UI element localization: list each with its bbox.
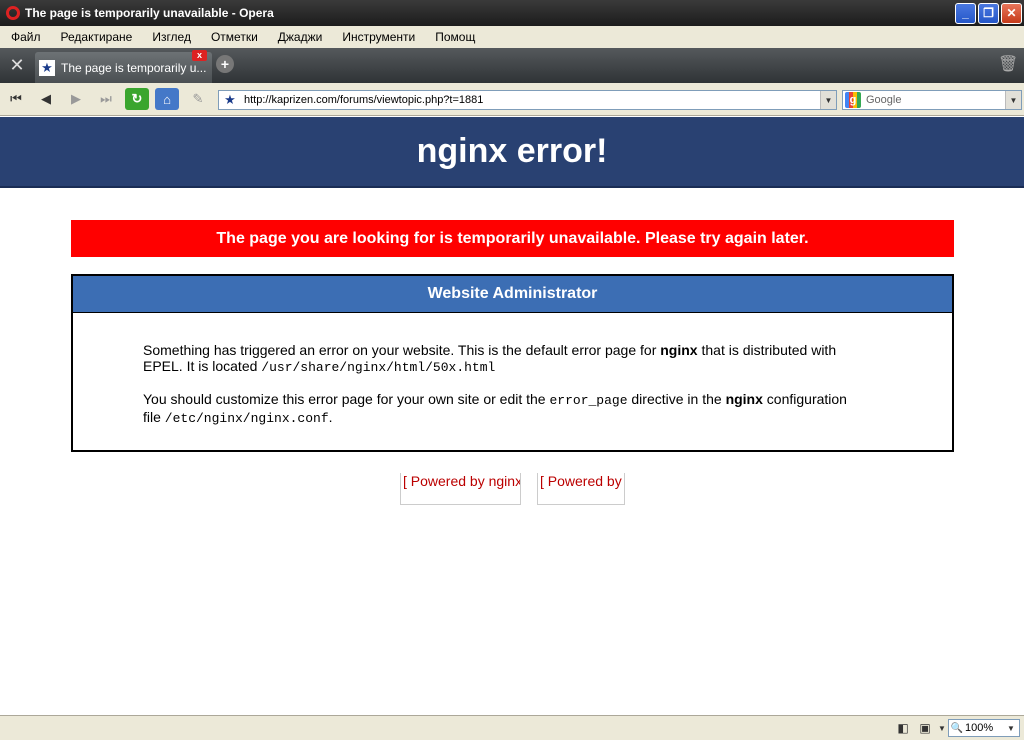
- admin-box-title: Website Administrator: [73, 276, 952, 313]
- paragraph-2: You should customize this error page for…: [143, 391, 862, 427]
- powered-by-image[interactable]: [ Powered by: [537, 473, 625, 505]
- fast-forward-icon[interactable]: ⏭: [94, 88, 118, 110]
- p2-text-b: directive in the: [627, 391, 726, 407]
- search-field[interactable]: g Google ▼: [842, 90, 1022, 110]
- menu-bookmarks[interactable]: Отметки: [200, 30, 267, 44]
- error-alert: The page you are looking for is temporar…: [71, 220, 954, 257]
- tab-close-button[interactable]: x: [192, 50, 207, 61]
- address-field[interactable]: ★ http://kaprizen.com/forums/viewtopic.p…: [218, 90, 837, 110]
- powered-by-nginx-image[interactable]: [ Powered by nginx: [400, 473, 521, 505]
- site-favicon-icon: ★: [39, 59, 55, 76]
- search-dropdown-icon[interactable]: ▼: [1005, 91, 1021, 109]
- status-bar: ◧ ▣ ▼ 🔍 100% ▼: [0, 715, 1024, 740]
- p2-text-a: You should customize this error page for…: [143, 391, 550, 407]
- rewind-icon[interactable]: ⏮: [4, 88, 28, 110]
- menu-widgets[interactable]: Джаджи: [267, 30, 332, 44]
- url-text: http://kaprizen.com/forums/viewtopic.php…: [244, 94, 484, 106]
- p2-nginx: nginx: [725, 391, 763, 407]
- p2-end: .: [328, 409, 333, 425]
- p2-path: /etc/nginx/nginx.conf: [164, 411, 329, 426]
- close-button[interactable]: ✕: [1001, 2, 1022, 24]
- admin-box-body: Something has triggered an error on your…: [73, 313, 952, 427]
- turbo-icon[interactable]: ◧: [892, 721, 914, 735]
- title-bar: The page is temporarily unavailable - Op…: [0, 0, 1024, 26]
- tab-bar: ✕ ★ The page is temporarily u...: [0, 48, 1024, 83]
- p1-text-a: Something has triggered an error on your…: [143, 342, 661, 358]
- admin-box: Website Administrator Something has trig…: [71, 274, 954, 452]
- menu-edit[interactable]: Редактиране: [50, 30, 142, 44]
- back-icon[interactable]: ◀: [34, 88, 58, 110]
- home-icon[interactable]: ⌂: [155, 88, 179, 110]
- window-title: The page is temporarily unavailable - Op…: [25, 6, 274, 20]
- opera-logo-icon: [6, 6, 20, 20]
- page-content: nginx error! The page you are looking fo…: [0, 117, 1024, 715]
- menu-tools[interactable]: Инструменти: [331, 30, 424, 44]
- menu-file[interactable]: Файл: [0, 30, 50, 44]
- camera-dropdown-icon[interactable]: ▼: [936, 724, 948, 733]
- trash-icon[interactable]: 🗑: [998, 54, 1018, 74]
- panel-toggle-icon[interactable]: ✕: [0, 48, 34, 83]
- p2-code: error_page: [549, 393, 628, 408]
- menu-help[interactable]: Помощ: [424, 30, 484, 44]
- zoom-icon: 🔍: [950, 722, 964, 734]
- zoom-control[interactable]: 🔍 100% ▼: [948, 719, 1020, 737]
- camera-icon[interactable]: ▣: [914, 721, 936, 735]
- google-icon: g: [845, 92, 861, 108]
- address-dropdown-icon[interactable]: ▼: [820, 91, 836, 109]
- zoom-value: 100%: [965, 722, 994, 734]
- tab-label: The page is temporarily u...: [61, 60, 207, 75]
- menu-view[interactable]: Изглед: [141, 30, 200, 44]
- minimize-button[interactable]: _: [955, 2, 976, 24]
- p1-nginx: nginx: [660, 342, 698, 358]
- p1-path: /usr/share/nginx/html/50x.html: [261, 360, 496, 375]
- edit-pen-icon[interactable]: ✎: [186, 88, 210, 110]
- reload-icon[interactable]: ↻: [125, 88, 149, 110]
- maximize-button[interactable]: ❐: [978, 2, 999, 24]
- page-banner: nginx error!: [0, 117, 1024, 188]
- menu-bar: Файл Редактиране Изглед Отметки Джаджи И…: [0, 26, 1024, 48]
- search-engine-label: Google: [866, 94, 902, 106]
- paragraph-1: Something has triggered an error on your…: [143, 342, 862, 376]
- navigation-bar: ⏮ ◀ ▶ ⏭ ↻ ⌂ ✎ ★ http://kaprizen.com/foru…: [0, 83, 1024, 116]
- tab-active[interactable]: ★ The page is temporarily u...: [35, 52, 212, 83]
- forward-icon[interactable]: ▶: [64, 88, 88, 110]
- site-identity-icon: ★: [224, 92, 236, 107]
- zoom-dropdown-icon[interactable]: ▼: [1003, 724, 1019, 733]
- new-tab-button[interactable]: +: [216, 55, 234, 73]
